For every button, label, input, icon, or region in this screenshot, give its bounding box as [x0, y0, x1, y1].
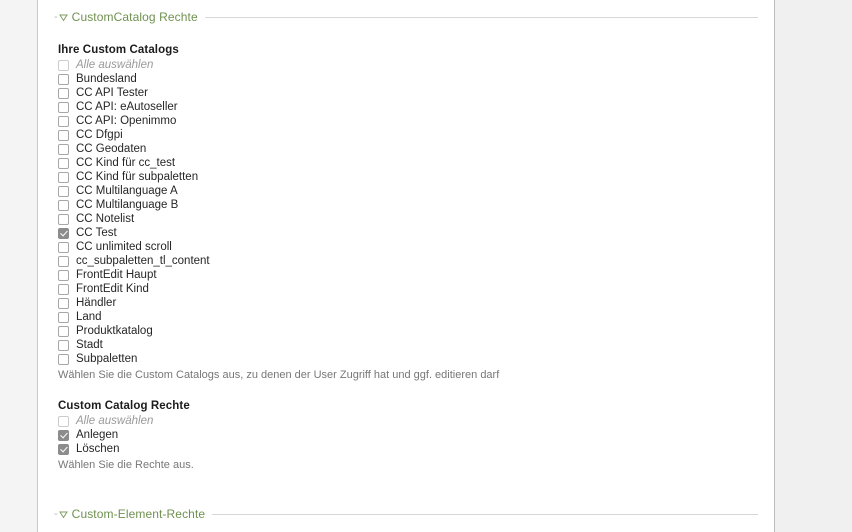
custom-catalogs-checkbox-list: Alle auswählen Bundesland CC API Tester … — [54, 58, 758, 366]
legend-dash: - — [54, 507, 58, 520]
checkbox-label: Händler — [76, 297, 117, 309]
group-title: Custom Catalog Rechte — [58, 400, 190, 412]
checkbox-label: Alle auswählen — [76, 415, 154, 427]
checkbox-cc-kind-fuer-cc-test[interactable] — [58, 157, 69, 169]
group-help-text: Wählen Sie die Custom Catalogs aus, zu d… — [58, 369, 500, 381]
checkbox-label: CC API: Openimmo — [76, 115, 177, 127]
fieldset-custom-element-rechte: - Custom-Element-Rechte — [54, 497, 758, 521]
checkbox-label: CC Dfgpi — [76, 129, 123, 141]
checkbox-row-frontedit-haupt[interactable]: FrontEdit Haupt — [54, 268, 758, 282]
checkbox-cc-dfgpi[interactable] — [58, 129, 69, 141]
checkbox-label: Stadt — [76, 339, 103, 351]
checkbox-row-land[interactable]: Land — [54, 310, 758, 324]
checkbox-row-cc-kind-fuer-cc-test[interactable]: CC Kind für cc_test — [54, 156, 758, 170]
checkbox-row-cc-api-tester[interactable]: CC API Tester — [54, 86, 758, 100]
checkbox-loeschen[interactable] — [58, 443, 69, 455]
fieldset-legend-customcatalog-rechte[interactable]: - CustomCatalog Rechte — [54, 0, 758, 24]
form-page: - CustomCatalog Rechte Ihre Custom Catal… — [37, 0, 775, 532]
checkbox-label: FrontEdit Haupt — [76, 269, 157, 281]
group-help-text: Wählen Sie die Rechte aus. — [58, 459, 194, 471]
checkbox-label: CC API: eAutoseller — [76, 101, 178, 113]
checkbox-cc-unlimited-scroll[interactable] — [58, 241, 69, 253]
triangle-down-icon[interactable] — [58, 13, 68, 22]
checkbox-anlegen[interactable] — [58, 429, 69, 441]
legend-label: Custom-Element-Rechte — [71, 507, 206, 521]
checkbox-cc-multilanguage-a[interactable] — [58, 185, 69, 197]
checkbox-label: cc_subpaletten_tl_content — [76, 255, 210, 267]
checkbox-label: CC Notelist — [76, 213, 135, 225]
checkbox-label: Subpaletten — [76, 353, 138, 365]
legend-rule — [212, 513, 758, 515]
checkbox-row-cc-dfgpi[interactable]: CC Dfgpi — [54, 128, 758, 142]
checkbox-cc-multilanguage-b[interactable] — [58, 199, 69, 211]
group-ihre-custom-catalogs: Ihre Custom Catalogs Alle auswählen Bund… — [54, 44, 758, 381]
checkbox-row-loeschen[interactable]: Löschen — [54, 442, 758, 456]
checkbox-row-anlegen[interactable]: Anlegen — [54, 428, 758, 442]
fieldset-customcatalog-rechte: - CustomCatalog Rechte Ihre Custom Catal… — [54, 0, 758, 471]
checkbox-label: CC API Tester — [76, 87, 149, 99]
group-custom-catalog-rechte: Custom Catalog Rechte Alle auswählen Anl… — [54, 400, 758, 471]
checkbox-row-select-all[interactable]: Alle auswählen — [54, 58, 758, 72]
checkbox-label: CC unlimited scroll — [76, 241, 172, 253]
checkbox-select-all[interactable] — [58, 59, 69, 71]
checkbox-row-frontedit-kind[interactable]: FrontEdit Kind — [54, 282, 758, 296]
checkbox-label: Anlegen — [76, 429, 119, 441]
checkbox-row-cc-subpaletten-tl-content[interactable]: cc_subpaletten_tl_content — [54, 254, 758, 268]
checkbox-land[interactable] — [58, 311, 69, 323]
checkbox-cc-test[interactable] — [58, 227, 69, 239]
checkbox-row-select-all-rechte[interactable]: Alle auswählen — [54, 414, 758, 428]
checkbox-subpaletten[interactable] — [58, 353, 69, 365]
checkbox-label: CC Multilanguage B — [76, 199, 179, 211]
checkbox-cc-api-eautoseller[interactable] — [58, 101, 69, 113]
checkbox-cc-subpaletten-tl-content[interactable] — [58, 255, 69, 267]
checkbox-row-cc-unlimited-scroll[interactable]: CC unlimited scroll — [54, 240, 758, 254]
legend-dash: - — [54, 10, 58, 23]
checkbox-cc-kind-fuer-subpaletten[interactable] — [58, 171, 69, 183]
checkbox-frontedit-kind[interactable] — [58, 283, 69, 295]
checkbox-frontedit-haupt[interactable] — [58, 269, 69, 281]
legend-label: CustomCatalog Rechte — [71, 10, 198, 24]
checkbox-row-cc-api-eautoseller[interactable]: CC API: eAutoseller — [54, 100, 758, 114]
checkbox-row-subpaletten[interactable]: Subpaletten — [54, 352, 758, 366]
checkbox-produktkatalog[interactable] — [58, 325, 69, 337]
checkbox-label: CC Multilanguage A — [76, 185, 178, 197]
group-title: Ihre Custom Catalogs — [58, 44, 179, 56]
checkbox-label: CC Kind für subpaletten — [76, 171, 199, 183]
checkbox-row-cc-notelist[interactable]: CC Notelist — [54, 212, 758, 226]
checkbox-label: Land — [76, 311, 102, 323]
custom-catalog-rechte-checkbox-list: Alle auswählen Anlegen Löschen — [54, 414, 758, 456]
checkbox-cc-notelist[interactable] — [58, 213, 69, 225]
right-gutter — [776, 0, 852, 532]
checkbox-cc-api-openimmo[interactable] — [58, 115, 69, 127]
checkbox-row-produktkatalog[interactable]: Produktkatalog — [54, 324, 758, 338]
form-content: - CustomCatalog Rechte Ihre Custom Catal… — [38, 0, 774, 521]
checkbox-row-cc-kind-fuer-subpaletten[interactable]: CC Kind für subpaletten — [54, 170, 758, 184]
checkbox-row-cc-multilanguage-b[interactable]: CC Multilanguage B — [54, 198, 758, 212]
checkbox-bundesland[interactable] — [58, 73, 69, 85]
checkbox-row-stadt[interactable]: Stadt — [54, 338, 758, 352]
checkbox-haendler[interactable] — [58, 297, 69, 309]
left-gutter — [0, 0, 37, 532]
checkbox-label: Produktkatalog — [76, 325, 153, 337]
checkbox-label: CC Test — [76, 227, 117, 239]
checkbox-label: CC Geodaten — [76, 143, 147, 155]
fieldset-legend-custom-element-rechte[interactable]: - Custom-Element-Rechte — [54, 497, 758, 521]
triangle-down-icon[interactable] — [58, 510, 68, 519]
checkbox-row-cc-geodaten[interactable]: CC Geodaten — [54, 142, 758, 156]
checkbox-label: FrontEdit Kind — [76, 283, 149, 295]
checkbox-row-bundesland[interactable]: Bundesland — [54, 72, 758, 86]
checkbox-row-haendler[interactable]: Händler — [54, 296, 758, 310]
checkbox-label: Bundesland — [76, 73, 137, 85]
checkbox-label: Löschen — [76, 443, 120, 455]
checkbox-label: CC Kind für cc_test — [76, 157, 176, 169]
checkbox-label: Alle auswählen — [76, 59, 154, 71]
checkbox-row-cc-multilanguage-a[interactable]: CC Multilanguage A — [54, 184, 758, 198]
checkbox-cc-api-tester[interactable] — [58, 87, 69, 99]
checkbox-cc-geodaten[interactable] — [58, 143, 69, 155]
checkbox-row-cc-test[interactable]: CC Test — [54, 226, 758, 240]
checkbox-stadt[interactable] — [58, 339, 69, 351]
legend-rule — [204, 16, 758, 18]
checkbox-row-cc-api-openimmo[interactable]: CC API: Openimmo — [54, 114, 758, 128]
checkbox-select-all-rechte[interactable] — [58, 415, 69, 427]
